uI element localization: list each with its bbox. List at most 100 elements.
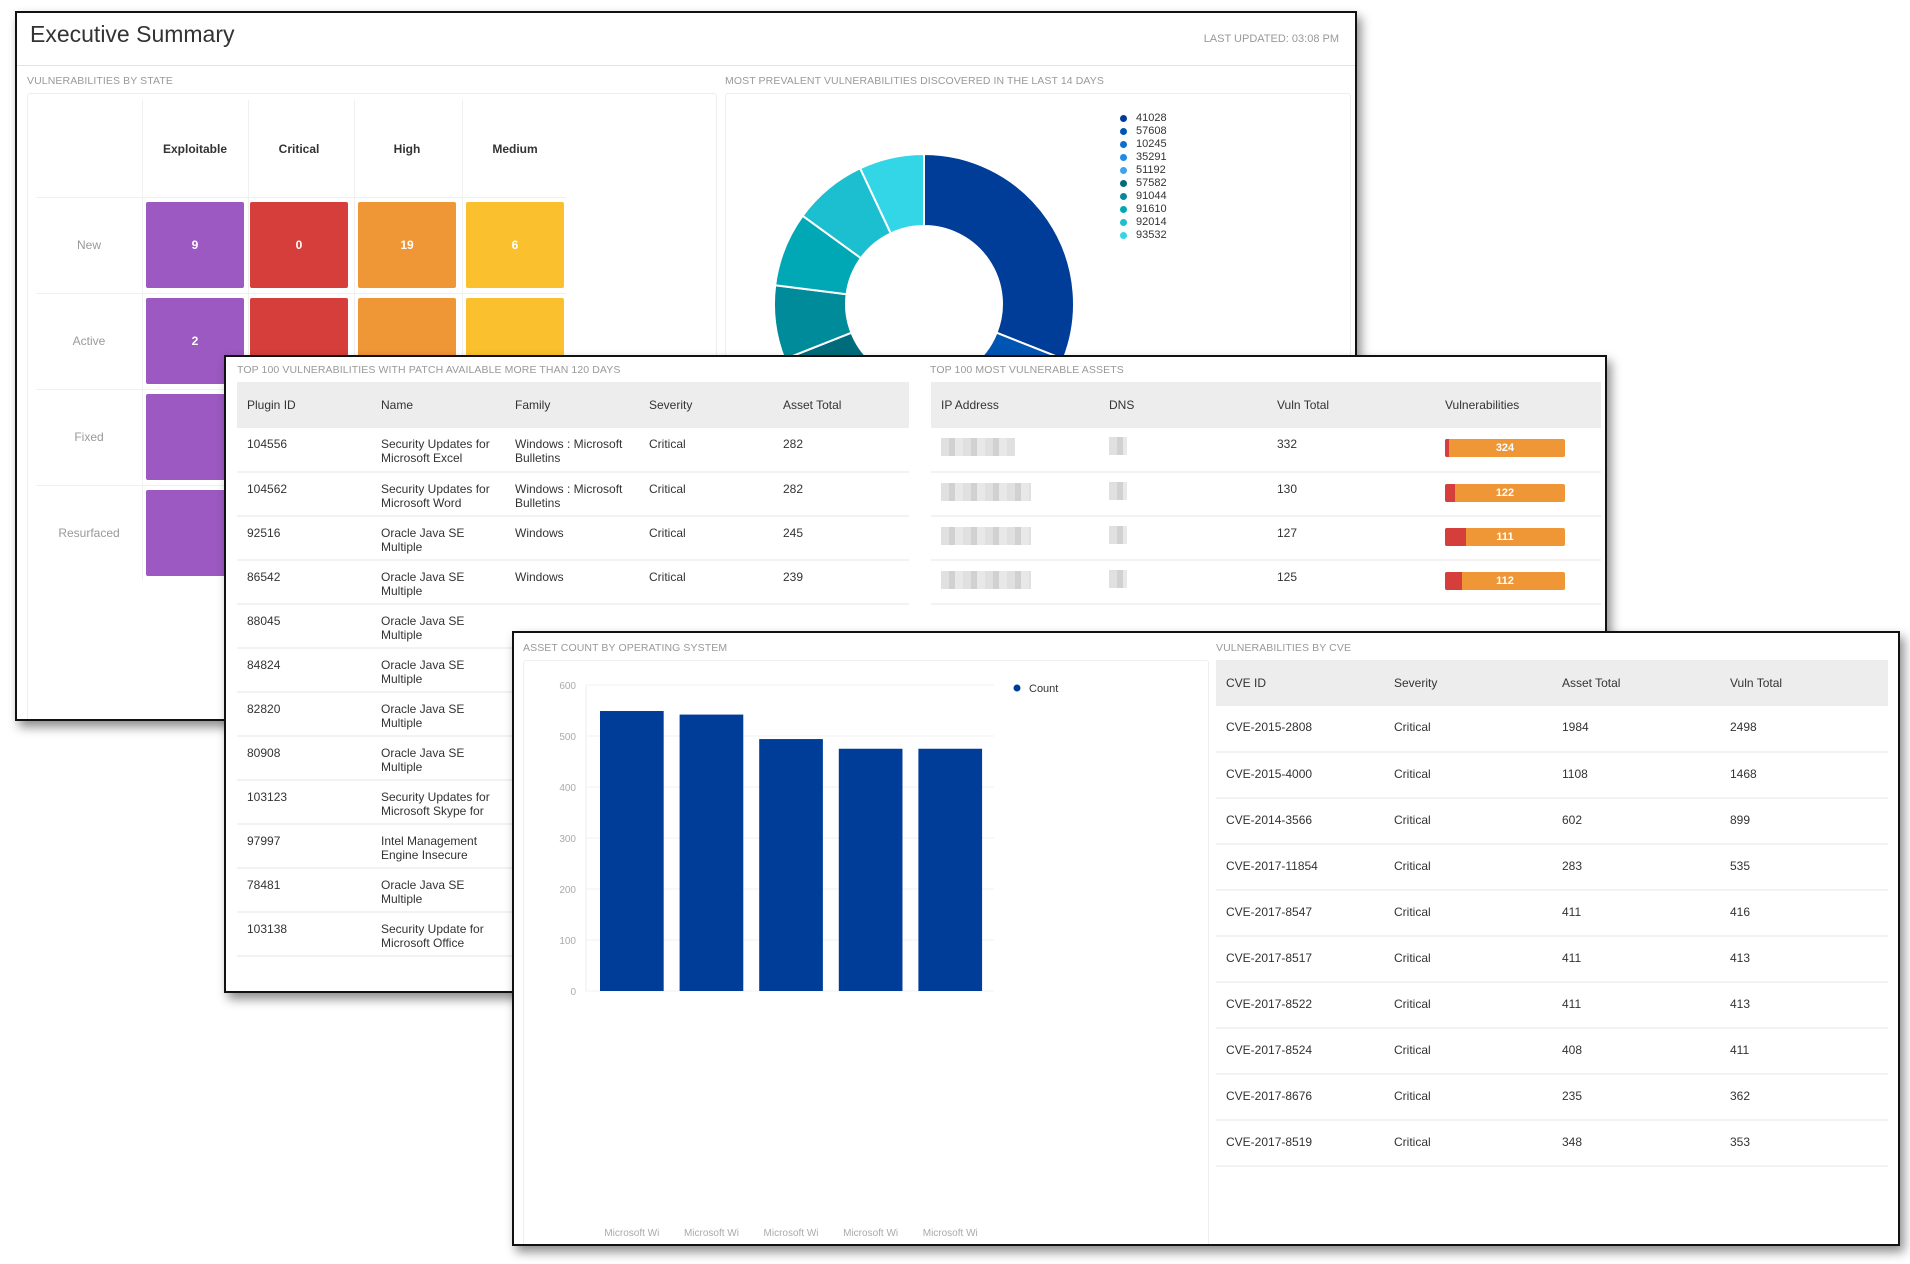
table-row[interactable]: CVE-2017-8522 Critical 411 413 [1216, 982, 1888, 1029]
legend-item[interactable]: 57608 [1120, 125, 1167, 137]
vulns-by-state-label: VULNERABILITIES BY STATE [27, 75, 173, 87]
table-row[interactable]: 125 112 [931, 560, 1601, 605]
legend-item[interactable]: 51192 [1120, 164, 1166, 176]
legend-label: 51192 [1136, 164, 1166, 176]
column-header[interactable]: Vulnerabilities [1435, 382, 1601, 428]
vulnerability-severity-bar[interactable]: 112 [1445, 572, 1565, 590]
table-row[interactable]: CVE-2014-3566 Critical 602 899 [1216, 798, 1888, 845]
column-header[interactable]: CVE ID [1216, 660, 1384, 706]
dashboard-header: Executive Summary LAST UPDATED: 03:08 PM [17, 13, 1355, 66]
table-cell: 411 [1552, 936, 1720, 983]
table-row[interactable]: 130 122 [931, 472, 1601, 517]
legend-item[interactable]: 57582 [1120, 177, 1167, 189]
column-header[interactable]: Family [505, 382, 639, 428]
table-row[interactable]: CVE-2017-11854 Critical 283 535 [1216, 844, 1888, 891]
table-cell: 282 [773, 472, 909, 517]
vulnerability-severity-bar[interactable]: 111 [1445, 528, 1565, 546]
dns-cell [1099, 472, 1267, 517]
bar-label: 111 [1496, 531, 1514, 543]
column-header[interactable]: Name [371, 382, 505, 428]
table-row[interactable]: CVE-2017-8517 Critical 411 413 [1216, 936, 1888, 983]
ip-address-cell [931, 428, 1099, 473]
table-cell: 411 [1552, 982, 1720, 1029]
table-row[interactable]: CVE-2017-8547 Critical 411 416 [1216, 890, 1888, 937]
legend-label[interactable]: Count [1029, 683, 1058, 695]
legend-dot-icon [1120, 205, 1127, 213]
legend-item[interactable]: 93532 [1120, 229, 1167, 241]
legend-item[interactable]: 92014 [1120, 216, 1167, 228]
table-row[interactable]: CVE-2017-8524 Critical 408 411 [1216, 1028, 1888, 1075]
table-cell: CVE-2014-3566 [1216, 798, 1384, 845]
table-cell: 84824 [237, 648, 371, 693]
state-count-tile[interactable]: 19 [358, 202, 456, 288]
bar[interactable] [918, 748, 983, 991]
table-cell: Critical [639, 428, 773, 473]
legend-item[interactable]: 91610 [1120, 203, 1167, 215]
column-header[interactable]: Vuln Total [1267, 382, 1435, 428]
table-cell: 899 [1720, 798, 1888, 845]
column-header[interactable]: Severity [639, 382, 773, 428]
table-row[interactable]: 104562 Security Updates for Microsoft Wor… [237, 472, 909, 517]
asset-count-bar-chart: 0 100 200 300 400 500 600 Microsoft Wi Microsoft… [559, 681, 1058, 1239]
vuln-total-cell: 125 [1267, 560, 1435, 605]
legend-item[interactable]: 91044 [1120, 190, 1167, 202]
state-count-tile[interactable]: 9 [146, 202, 244, 288]
table-cell: Security Updates for Microsoft Skype for [371, 780, 505, 825]
table-row[interactable]: CVE-2017-8676 Critical 235 362 [1216, 1074, 1888, 1121]
table-cell: 86542 [237, 560, 371, 605]
table-cell: Critical [1384, 890, 1552, 937]
column-header[interactable]: Asset Total [1552, 660, 1720, 706]
redacted-ip [941, 527, 1031, 545]
vulnerability-severity-bar[interactable]: 122 [1445, 484, 1565, 502]
legend-item[interactable]: 41028 [1120, 112, 1167, 124]
bar[interactable] [838, 748, 903, 991]
redacted-dns [1109, 437, 1127, 455]
table-row[interactable]: CVE-2017-8519 Critical 348 353 [1216, 1120, 1888, 1167]
column-header[interactable]: Plugin ID [237, 382, 371, 428]
x-tick-label: Microsoft Wi [684, 1228, 739, 1239]
column-header[interactable]: IP Address [931, 382, 1099, 428]
legend-dot-icon [1120, 231, 1127, 239]
legend-item[interactable]: 10245 [1120, 138, 1167, 150]
bar[interactable] [759, 739, 823, 991]
vuln-total-cell: 332 [1267, 428, 1435, 473]
bar[interactable] [600, 711, 664, 991]
donut-slice[interactable] [923, 152, 1075, 361]
asset-count-os-card: 0 100 200 300 400 500 600 Microsoft Wi Microsoft… [523, 660, 1209, 1244]
bar-label: 112 [1496, 575, 1514, 587]
table-row[interactable]: 127 111 [931, 516, 1601, 561]
state-column-header: High [393, 142, 421, 156]
legend-dot-icon [1013, 684, 1021, 692]
table-row[interactable]: CVE-2015-2808 Critical 1984 2498 [1216, 706, 1888, 753]
table-row[interactable]: 332 324 [931, 428, 1601, 473]
table-row[interactable]: 104556 Security Updates for Microsoft Exc… [237, 428, 909, 473]
state-count-tile[interactable]: 0 [250, 202, 348, 288]
redacted-dns [1109, 526, 1127, 544]
table-cell: 88045 [237, 604, 371, 649]
vulnerability-severity-bar[interactable]: 324 [1445, 439, 1565, 457]
state-count-tile[interactable]: 6 [466, 202, 564, 288]
legend-item[interactable]: 35291 [1120, 151, 1167, 163]
table-cell: Windows [505, 560, 639, 605]
table-cell: 1468 [1720, 752, 1888, 799]
state-row-label: Active [72, 334, 106, 348]
table-cell: 104562 [237, 472, 371, 517]
table-row[interactable]: 92516 Oracle Java SE Multiple Windows Criti… [237, 516, 909, 561]
table-cell: Critical [1384, 844, 1552, 891]
column-header[interactable]: Asset Total [773, 382, 909, 428]
column-header[interactable]: Vuln Total [1720, 660, 1888, 706]
table-row[interactable]: 86542 Oracle Java SE Multiple Windows Criti… [237, 560, 909, 605]
table-cell: 416 [1720, 890, 1888, 937]
table-row[interactable]: CVE-2015-4000 Critical 1108 1468 [1216, 752, 1888, 799]
grid-divider [36, 197, 566, 198]
bar-label: 324 [1495, 442, 1515, 454]
bar[interactable] [679, 714, 744, 991]
legend-dot-icon [1120, 127, 1127, 135]
y-tick-label: 500 [559, 732, 576, 743]
column-header[interactable]: Severity [1384, 660, 1552, 706]
grid-divider [36, 293, 566, 294]
column-header[interactable]: DNS [1099, 382, 1267, 428]
asset-count-os-label: ASSET COUNT BY OPERATING SYSTEM [523, 642, 728, 654]
table-cell: 348 [1552, 1120, 1720, 1167]
state-column-header: Medium [492, 142, 538, 156]
